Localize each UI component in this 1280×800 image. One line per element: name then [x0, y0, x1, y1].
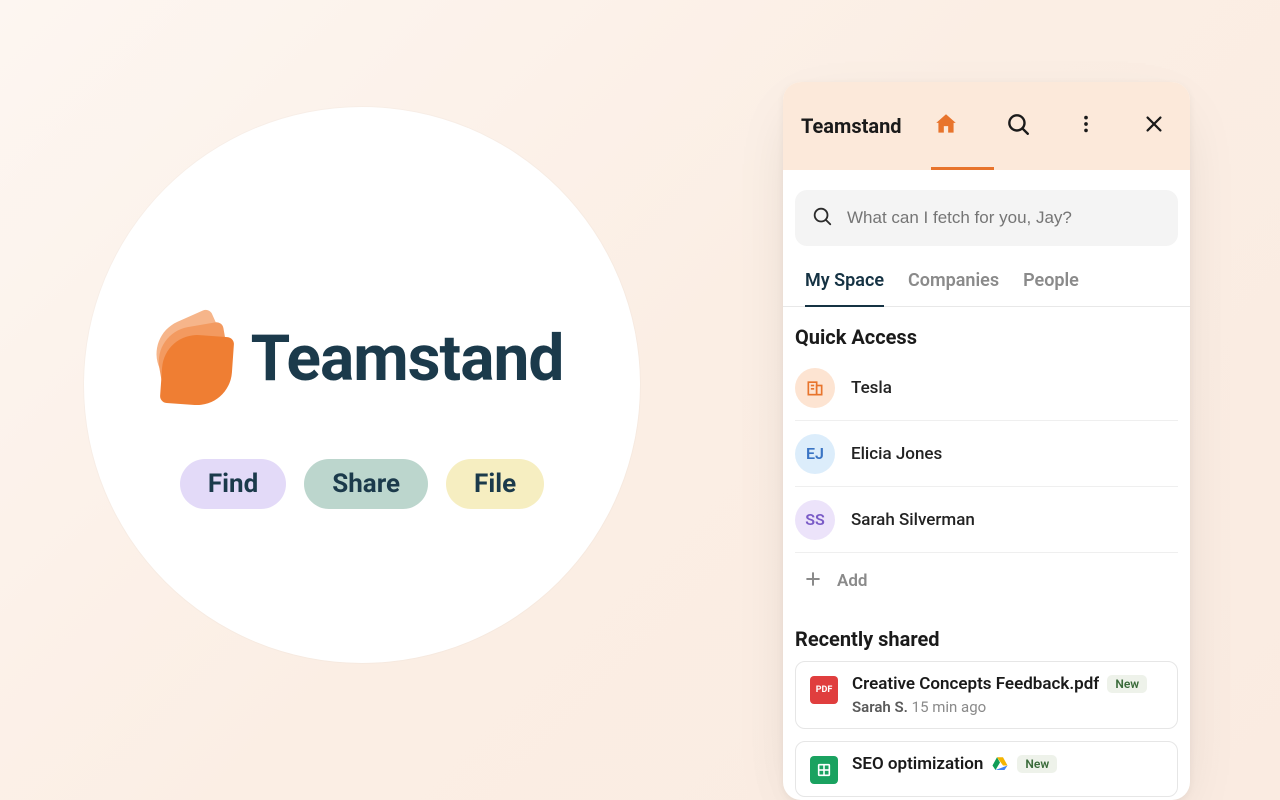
- promo-brand-row: Teamstand: [161, 314, 564, 404]
- quick-access-label: Sarah Silverman: [851, 510, 975, 530]
- tab-people[interactable]: People: [1023, 270, 1079, 306]
- teamstand-logo-icon: [161, 314, 231, 404]
- active-tab-indicator: [931, 167, 994, 170]
- recent-item[interactable]: PDF Creative Concepts Feedback.pdf New S…: [795, 661, 1178, 729]
- recent-item[interactable]: SEO optimization New: [795, 741, 1178, 797]
- promo-pill-file: File: [446, 459, 544, 509]
- quick-access-label: Tesla: [851, 378, 892, 398]
- recent-item-meta: Sarah S. 15 min ago: [852, 698, 1147, 716]
- search-box[interactable]: [795, 190, 1178, 246]
- recent-item-author: Sarah S.: [852, 698, 908, 716]
- pdf-file-icon: PDF: [810, 676, 838, 704]
- tab-my-space[interactable]: My Space: [805, 270, 884, 307]
- recent-item-title: SEO optimization: [852, 754, 983, 774]
- quick-access-item[interactable]: SS Sarah Silverman: [795, 487, 1178, 553]
- promo-panel: Teamstand Find Share File: [84, 107, 640, 663]
- more-button[interactable]: [1072, 112, 1100, 140]
- recently-shared-title: Recently shared: [795, 627, 1178, 657]
- google-drive-icon: [991, 755, 1009, 773]
- promo-brand-name: Teamstand: [251, 321, 564, 396]
- company-avatar-icon: [795, 368, 835, 408]
- more-vertical-icon: [1075, 113, 1097, 139]
- tabs: My Space Companies People: [783, 246, 1190, 307]
- sheet-file-icon: [810, 756, 838, 784]
- home-button[interactable]: [932, 112, 960, 140]
- recently-shared-section: Recently shared PDF Creative Concepts Fe…: [783, 609, 1190, 797]
- search-input[interactable]: [847, 208, 1162, 228]
- search-icon: [1005, 111, 1031, 141]
- person-avatar: EJ: [795, 434, 835, 474]
- quick-access-add-label: Add: [837, 571, 868, 591]
- tab-companies[interactable]: Companies: [908, 270, 999, 306]
- quick-access-list: Tesla EJ Elicia Jones SS Sarah Silverman…: [795, 355, 1178, 609]
- quick-access-title: Quick Access: [795, 325, 1178, 355]
- promo-pill-row: Find Share File: [180, 459, 544, 509]
- promo-pill-share: Share: [304, 459, 428, 509]
- quick-access-item[interactable]: Tesla: [795, 355, 1178, 421]
- close-icon: [1143, 113, 1165, 139]
- app-title: Teamstand: [801, 114, 902, 138]
- new-badge: New: [1107, 675, 1147, 693]
- app-header: Teamstand: [783, 82, 1190, 170]
- search-button[interactable]: [1004, 112, 1032, 140]
- quick-access-label: Elicia Jones: [851, 444, 942, 464]
- recent-item-title: Creative Concepts Feedback.pdf: [852, 674, 1099, 694]
- recently-shared-list: PDF Creative Concepts Feedback.pdf New S…: [795, 657, 1178, 797]
- promo-pill-find: Find: [180, 459, 286, 509]
- quick-access-add-button[interactable]: Add: [795, 553, 1178, 609]
- recent-item-time: 15 min ago: [912, 698, 987, 716]
- close-button[interactable]: [1140, 112, 1168, 140]
- app-card: Teamstand: [783, 82, 1190, 800]
- person-avatar: SS: [795, 500, 835, 540]
- new-badge: New: [1017, 755, 1057, 773]
- home-icon: [933, 111, 959, 141]
- search-icon: [811, 205, 833, 231]
- quick-access-section: Quick Access Tesla EJ Elicia Jones SS Sa…: [783, 307, 1190, 609]
- quick-access-item[interactable]: EJ Elicia Jones: [795, 421, 1178, 487]
- search-wrap: [783, 170, 1190, 246]
- plus-icon: [803, 569, 823, 594]
